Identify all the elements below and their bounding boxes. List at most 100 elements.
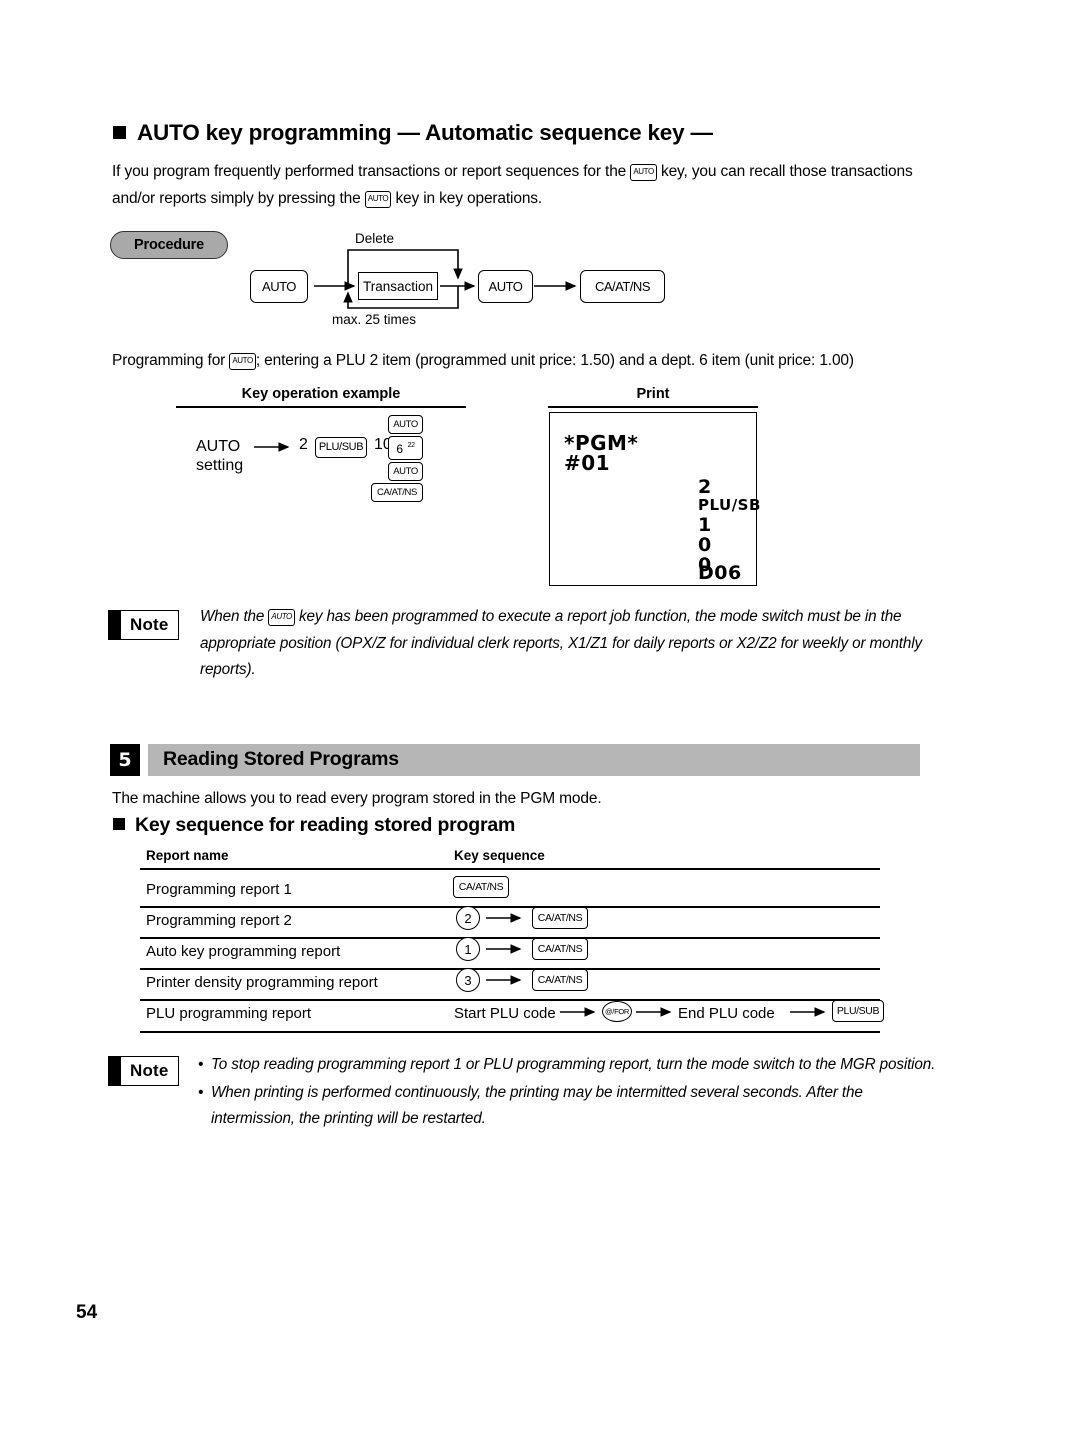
procedure-badge: Procedure: [110, 231, 228, 259]
caatns-key-icon: CA/AT/NS: [532, 938, 588, 960]
table-rule: [140, 968, 880, 970]
note-badge-2: Note: [108, 1056, 179, 1086]
table-header-report-name: Report name: [146, 848, 229, 863]
progfor-text-b: ; entering a PLU 2 item (programmed unit…: [255, 352, 854, 369]
note-text-2: • To stop reading programming report 1 o…: [198, 1052, 940, 1133]
receipt-qty: 2: [698, 476, 712, 498]
caatns-key-icon: CA/AT/NS: [371, 483, 423, 502]
programming-for-line: Programming for AUTO; entering a PLU 2 i…: [112, 347, 962, 374]
note-text-b: key has been programmed to execute a rep…: [200, 608, 923, 678]
transaction-label: Transaction: [362, 278, 434, 294]
key-example-qty: 2: [299, 436, 308, 453]
key-label: AUTO: [262, 279, 296, 294]
end-plu-code-label: End PLU code: [678, 1005, 775, 1022]
receipt-line-no: #01: [564, 451, 611, 475]
section-number-badge: 5: [110, 744, 140, 776]
key-example-arrow: [254, 442, 290, 452]
receipt-plusb: PLU/SB: [698, 496, 761, 514]
intro-paragraph: If you program frequently performed tran…: [112, 158, 942, 212]
circled-number-label: 1: [464, 941, 472, 957]
key-label: AUTO: [393, 465, 418, 477]
note-black-marker-icon: [108, 1056, 121, 1086]
key-label: @/FOR: [604, 1007, 630, 1016]
auto-key-icon-top: AUTO: [388, 415, 423, 434]
caatns-key-icon: CA/AT/NS: [453, 876, 509, 898]
col-rule-left: [176, 406, 466, 408]
note-black-marker-icon: [108, 610, 121, 640]
procedure-badge-label: Procedure: [134, 237, 204, 253]
page-title: AUTO key programming — Automatic sequenc…: [113, 120, 713, 146]
dept-key-superscript: 22: [407, 441, 415, 449]
note-text-a: When the: [200, 608, 265, 625]
square-bullet-icon: [113, 818, 125, 830]
row-arrow: [790, 1007, 826, 1017]
square-bullet-icon: [113, 126, 126, 139]
row-arrow: [486, 975, 522, 985]
col-title-key-operation: Key operation example: [241, 386, 401, 402]
key-label: CA/AT/NS: [458, 880, 504, 893]
table-rule: [140, 937, 880, 939]
note-label: Note: [130, 1061, 169, 1080]
key-label: CA/AT/NS: [595, 279, 651, 294]
circled-number-label: 2: [464, 910, 472, 926]
key-label: CA/AT/NS: [537, 911, 583, 924]
receipt-digit-0a: 0: [698, 534, 712, 556]
table-rule: [140, 906, 880, 908]
print-sample-receipt: *PGM* #01 2 PLU/SB 1 0 0 D06: [549, 412, 760, 586]
subsection-title-text: Key sequence for reading stored program: [135, 814, 516, 836]
auto-key-icon: AUTO: [229, 353, 256, 371]
row-arrow: [486, 944, 522, 954]
auto-key-icon: AUTO: [364, 191, 392, 209]
note-text-1: When the AUTO key has been programmed to…: [200, 604, 940, 684]
intro-text-a: If you program frequently performed tran…: [112, 163, 627, 180]
diagram-key-auto-1: AUTO: [250, 270, 308, 303]
table-row: Printer density programming report: [146, 974, 378, 991]
table-row: Auto key programming report: [146, 943, 341, 960]
dept-key-number: 6: [396, 441, 403, 456]
row-arrow: [560, 1007, 596, 1017]
intro-text-c: key in key operations.: [395, 190, 543, 207]
page-title-text: AUTO key programming — Automatic sequenc…: [137, 120, 713, 145]
progfor-text-a: Programming for: [112, 352, 226, 369]
auto-setting-label: AUTO setting: [196, 437, 243, 475]
caatns-key-icon: CA/AT/NS: [532, 907, 588, 929]
key-label: PLU/SUB: [318, 441, 364, 453]
subsection-title: Key sequence for reading stored program: [113, 814, 515, 837]
table-row: Programming report 1: [146, 881, 292, 898]
section-number: 5: [118, 749, 132, 771]
auto-key-icon: AUTO: [268, 609, 295, 627]
diagram-key-caatns: CA/AT/NS: [580, 270, 665, 303]
circled-number-1: 1: [456, 937, 480, 961]
dept-6-key-icon: 6 22: [388, 436, 423, 460]
key-label: PLU/SUB: [836, 1004, 880, 1017]
reading-intro: The machine allows you to read every pro…: [112, 790, 602, 807]
table-row: Programming report 2: [146, 912, 292, 929]
note-bullet-item: • To stop reading programming report 1 o…: [198, 1052, 940, 1079]
receipt-digit-1: 1: [698, 514, 712, 536]
row-arrow: [486, 913, 522, 923]
auto-key-icon-bottom: AUTO: [388, 462, 423, 481]
key-label: AUTO: [393, 418, 418, 430]
row-arrow: [636, 1007, 672, 1017]
at-for-key-icon: @/FOR: [602, 1001, 632, 1022]
note-badge-1: Note: [108, 610, 179, 640]
auto-setting-line1: AUTO: [196, 438, 241, 455]
key-label: CA/AT/NS: [377, 486, 417, 498]
circled-number-2: 2: [456, 906, 480, 930]
caatns-key-icon: CA/AT/NS: [532, 969, 588, 991]
table-header-key-sequence: Key sequence: [454, 848, 545, 863]
page-number: 54: [76, 1302, 98, 1323]
plu-sub-key-icon: PLU/SUB: [832, 1000, 884, 1022]
diagram-key-auto-2: AUTO: [478, 270, 533, 303]
plu-sub-key-icon: PLU/SUB: [315, 437, 367, 458]
key-label: AUTO: [488, 279, 523, 294]
circled-number-label: 3: [464, 972, 472, 988]
receipt-dept: D06: [698, 562, 742, 584]
start-plu-code-label: Start PLU code: [454, 1005, 556, 1022]
col-title-print: Print: [636, 386, 670, 402]
note-label: Note: [130, 615, 169, 634]
note-bullet-1-text: To stop reading programming report 1 or …: [211, 1056, 936, 1073]
auto-key-icon: AUTO: [630, 164, 657, 182]
col-rule-right: [548, 406, 758, 408]
bullet-dot-icon: •: [198, 1083, 204, 1101]
